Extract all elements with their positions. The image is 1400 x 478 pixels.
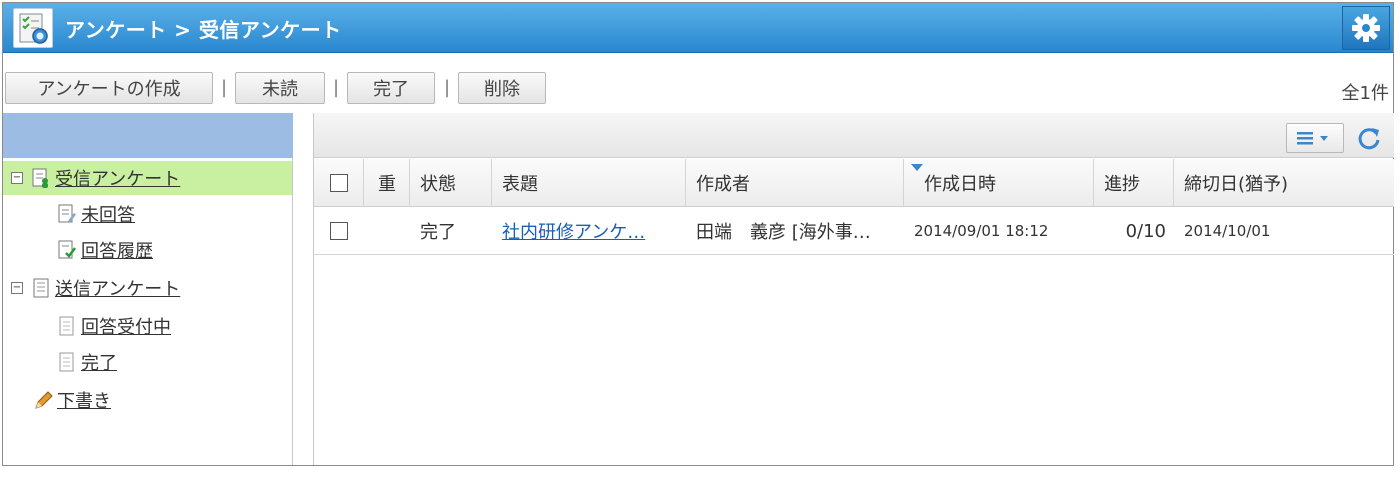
total-count: 全1件 <box>1341 83 1389 104</box>
survey-subject-link[interactable]: 社内研修アンケ… <box>502 218 645 244</box>
row-checkbox[interactable] <box>330 222 348 240</box>
chevron-down-icon <box>1320 136 1328 141</box>
tree-item-label[interactable]: 回答履歴 <box>81 237 153 263</box>
cell-subject: 社内研修アンケ… <box>492 207 686 255</box>
survey-list-pane: 重 状態 表題 作成者 作成日時 進捗 締切日(猶予) 完了 社内研修アンケ… … <box>313 113 1394 465</box>
tree-item-unanswered[interactable]: 未回答 <box>57 197 135 231</box>
app-window: アンケート > 受信アンケート アンケートの作成 | 未読 | 完了 | 削除 … <box>2 2 1394 466</box>
settings-button[interactable] <box>1342 6 1390 50</box>
toolbar-separator: | <box>444 77 451 98</box>
survey-app-icon <box>13 8 53 48</box>
col-subject[interactable]: 表題 <box>492 159 686 207</box>
tree-item-label[interactable]: 未回答 <box>81 201 135 227</box>
action-toolbar: アンケートの作成 | 未読 | 完了 | 削除 全1件 <box>3 65 1393 105</box>
tree-item-label[interactable]: 下書き <box>57 387 111 413</box>
tree-item-label[interactable]: 送信アンケート <box>55 275 180 301</box>
col-author[interactable]: 作成者 <box>686 159 904 207</box>
list-view-icon <box>1297 132 1328 145</box>
gear-icon <box>1352 14 1380 42</box>
tree-item-received-surveys[interactable]: − 受信アンケート <box>3 161 292 195</box>
view-options-button[interactable] <box>1286 123 1344 153</box>
create-survey-button[interactable]: アンケートの作成 <box>5 72 213 104</box>
cell-deadline: 2014/10/01 <box>1184 222 1271 240</box>
cell-priority <box>364 207 410 255</box>
collapse-toggle[interactable]: − <box>11 172 23 184</box>
col-deadline[interactable]: 締切日(猶予) <box>1174 159 1394 207</box>
mark-complete-button[interactable]: 完了 <box>347 72 435 104</box>
row-select-cell <box>314 207 364 255</box>
col-priority[interactable]: 重 <box>364 159 410 207</box>
table-row[interactable]: 完了 社内研修アンケ… 田端 義彦 [海外事… 2014/09/01 18:12… <box>314 207 1394 255</box>
document-icon <box>57 351 77 373</box>
pencil-icon <box>33 389 53 411</box>
sent-survey-icon <box>31 277 51 299</box>
document-icon <box>57 315 77 337</box>
col-status[interactable]: 状態 <box>410 159 492 207</box>
refresh-icon <box>1358 128 1380 150</box>
tree-item-completed[interactable]: 完了 <box>57 345 117 379</box>
col-progress[interactable]: 進捗 <box>1094 159 1174 207</box>
tree-item-label[interactable]: 回答受付中 <box>81 313 171 339</box>
page-title: アンケート > 受信アンケート <box>65 18 342 42</box>
toolbar-separator: | <box>221 77 228 98</box>
tree-header <box>3 113 293 158</box>
cell-status: 完了 <box>420 222 456 243</box>
answered-history-icon <box>57 239 77 261</box>
select-all-checkbox[interactable] <box>330 174 348 192</box>
unanswered-icon <box>57 203 77 225</box>
tree-item-label[interactable]: 完了 <box>81 349 117 375</box>
toolbar-separator: | <box>333 77 340 98</box>
tree-item-label[interactable]: 受信アンケート <box>55 165 180 191</box>
col-created[interactable]: 作成日時 <box>904 159 1094 207</box>
cell-progress: 0/10 <box>1125 220 1166 242</box>
table-header: 重 状態 表題 作成者 作成日時 進捗 締切日(猶予) <box>314 159 1394 207</box>
title-bar: アンケート > 受信アンケート <box>3 3 1393 53</box>
cell-author[interactable]: 田端 義彦 [海外事… <box>686 207 904 255</box>
list-toolbar <box>314 113 1394 158</box>
tree-item-accepting-answers[interactable]: 回答受付中 <box>57 309 171 343</box>
cell-created: 2014/09/01 18:12 <box>914 222 1049 240</box>
collapse-toggle[interactable]: − <box>11 282 23 294</box>
col-created-label: 作成日時 <box>924 174 996 195</box>
mark-unread-button[interactable]: 未読 <box>235 72 325 104</box>
tree-item-sent-surveys[interactable]: − 送信アンケート <box>11 271 180 305</box>
folder-tree: − 受信アンケート 未回答 回答履歴 − 送信アンケート 回答受付中 完了 下書… <box>3 113 293 465</box>
tree-item-drafts[interactable]: 下書き <box>33 383 111 417</box>
delete-button[interactable]: 削除 <box>458 72 546 104</box>
sort-desc-icon <box>911 164 923 171</box>
select-all-cell <box>314 159 364 207</box>
refresh-button[interactable] <box>1354 123 1384 153</box>
received-survey-icon <box>31 167 51 189</box>
tree-item-answer-history[interactable]: 回答履歴 <box>57 233 153 267</box>
